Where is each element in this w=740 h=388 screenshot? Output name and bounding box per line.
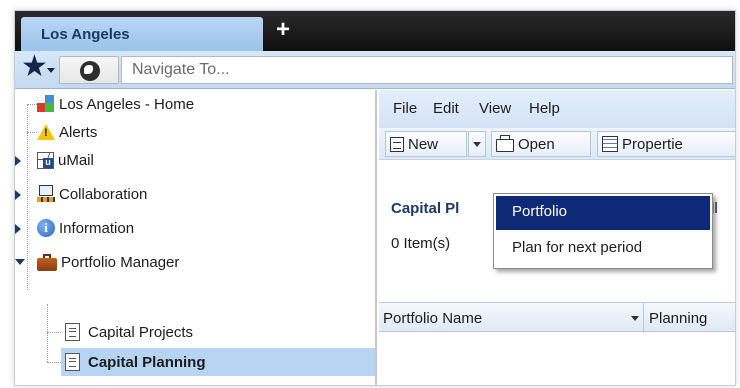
sidebar-item-label: Capital Planning (88, 353, 206, 371)
document-icon (65, 353, 80, 371)
toolbar: New Open Propertie (379, 128, 735, 160)
new-tab-button[interactable]: + (273, 18, 293, 42)
menu-view[interactable]: View (479, 100, 511, 117)
sidebar-item-home[interactable]: Los Angeles - Home (37, 90, 194, 118)
open-label: Open (518, 135, 555, 153)
column-header-portfolio-name[interactable]: Portfolio Name (383, 310, 482, 327)
menu-bar: File Edit View Help (379, 90, 735, 128)
sidebar-item-label: Capital Projects (88, 323, 194, 341)
star-icon: ★ (21, 50, 48, 83)
column-header-planning[interactable]: Planning (649, 310, 707, 327)
item-count: 0 Item(s) (391, 235, 451, 252)
expand-information[interactable] (15, 224, 21, 234)
navigate-input[interactable] (121, 56, 733, 84)
page-title: Capital Pl (391, 200, 460, 217)
expand-umail[interactable] (15, 156, 21, 166)
folder-open-icon (496, 135, 514, 152)
properties-icon (602, 136, 618, 152)
column-separator[interactable] (643, 303, 644, 333)
tree-line (27, 104, 37, 105)
sidebar-item-label: Information (59, 219, 135, 237)
sidebar-item-collaboration[interactable]: Collaboration (37, 180, 147, 208)
globe-icon (80, 61, 100, 81)
sidebar-item-umail[interactable]: uMail (37, 146, 94, 174)
sidebar-item-label: uMail (58, 151, 94, 169)
sidebar-item-capital-planning[interactable]: Capital Planning (61, 348, 375, 376)
tree-line (27, 132, 37, 133)
new-dropdown-button[interactable] (468, 131, 486, 157)
chevron-down-icon (473, 141, 481, 147)
tab-strip: Los Angeles + (15, 11, 735, 51)
new-label: New (408, 135, 439, 153)
tree-line (47, 304, 48, 362)
menu-help[interactable]: Help (529, 100, 560, 117)
expand-collaboration[interactable] (15, 190, 21, 200)
sidebar-item-label: Alerts (59, 123, 98, 141)
collaboration-icon (37, 185, 55, 203)
collapse-portfolio-manager[interactable] (15, 259, 25, 265)
mail-icon (37, 151, 54, 169)
properties-label: Propertie (622, 135, 683, 153)
grid-header: Portfolio Name Planning (379, 302, 735, 333)
new-document-icon (390, 136, 404, 152)
sort-chevron-icon[interactable] (631, 316, 639, 321)
document-icon (65, 323, 80, 341)
sidebar-item-label: Collaboration (59, 185, 148, 203)
tab-title: Los Angeles (41, 26, 130, 43)
tree-line (47, 332, 61, 333)
menu-item-portfolio[interactable]: Portfolio (496, 196, 710, 230)
sidebar-item-portfolio-manager[interactable]: Portfolio Manager (37, 248, 179, 276)
menu-file[interactable]: File (393, 100, 417, 117)
sidebar-item-label: Los Angeles - Home (59, 95, 195, 113)
globe-button[interactable] (59, 56, 119, 84)
menu-item-plan-next-period[interactable]: Plan for next period (496, 232, 710, 266)
navigation-bar: ★ (15, 51, 735, 89)
tree-line (47, 362, 61, 363)
new-button[interactable]: New (385, 131, 467, 157)
briefcase-icon (37, 254, 57, 271)
sidebar-item-label: Portfolio Manager (61, 253, 180, 271)
sidebar-tree: Los Angeles - Home Alerts uMail Collabor… (15, 90, 377, 385)
home-icon (37, 95, 55, 113)
sidebar-item-capital-projects[interactable]: Capital Projects (65, 318, 193, 346)
tab-los-angeles[interactable]: Los Angeles (21, 17, 263, 51)
new-dropdown-menu: Portfolio Plan for next period (493, 193, 713, 269)
properties-button[interactable]: Propertie (597, 131, 735, 157)
info-icon (37, 219, 55, 237)
favorites-button[interactable]: ★ (17, 52, 57, 84)
menu-edit[interactable]: Edit (433, 100, 459, 117)
sidebar-item-alerts[interactable]: Alerts (37, 118, 97, 146)
open-button[interactable]: Open (491, 131, 591, 157)
chevron-down-icon (47, 68, 55, 73)
warning-icon (37, 124, 55, 140)
sidebar-item-information[interactable]: Information (37, 214, 134, 242)
